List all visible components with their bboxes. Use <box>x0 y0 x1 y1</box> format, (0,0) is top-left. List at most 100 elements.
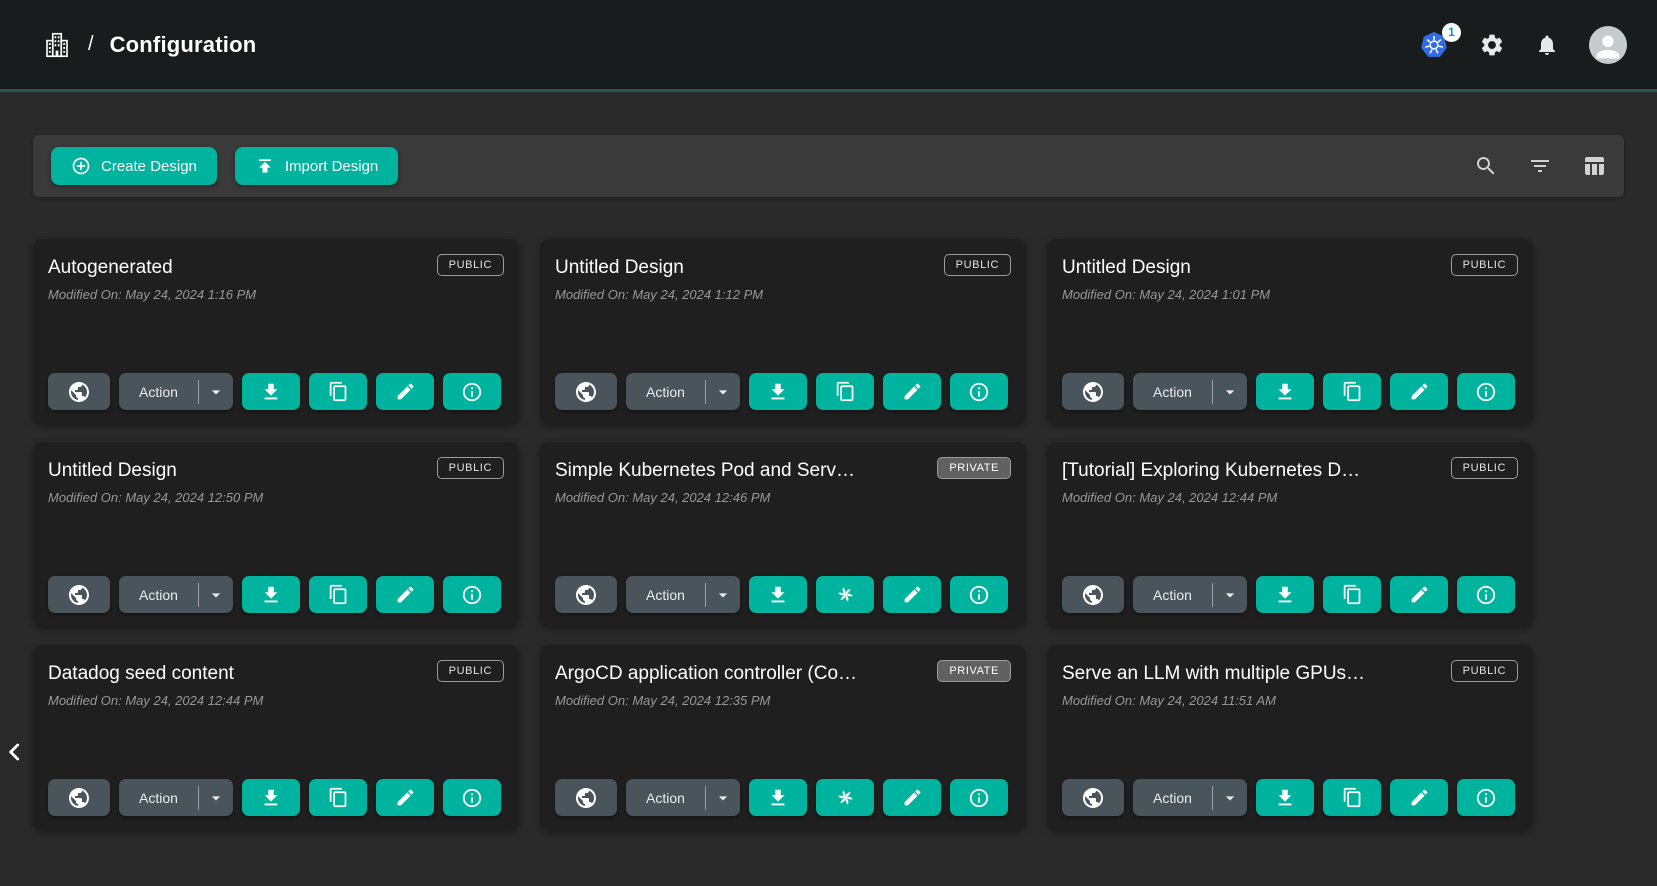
action-split-button: Action <box>119 779 233 816</box>
clone-button[interactable] <box>1323 373 1381 410</box>
chevron-down-icon <box>713 382 733 402</box>
clone-button[interactable] <box>309 576 367 613</box>
info-button[interactable] <box>1457 779 1515 816</box>
action-button[interactable]: Action <box>626 384 705 400</box>
edit-button[interactable] <box>1390 576 1448 613</box>
visibility-globe-button[interactable] <box>48 576 110 613</box>
action-dropdown-toggle[interactable] <box>199 576 233 613</box>
download-button[interactable] <box>242 576 300 613</box>
create-design-label: Create Design <box>101 158 197 175</box>
visibility-globe-button[interactable] <box>48 373 110 410</box>
info-button[interactable] <box>1457 576 1515 613</box>
info-button[interactable] <box>443 576 501 613</box>
notifications-button[interactable] <box>1535 33 1559 57</box>
table-view-button[interactable] <box>1582 154 1606 178</box>
visibility-globe-button[interactable] <box>48 779 110 816</box>
info-icon <box>968 381 990 403</box>
design-title: [Tutorial] Exploring Kubernetes D… <box>1062 457 1360 482</box>
action-split-button: Action <box>626 576 740 613</box>
import-design-button[interactable]: Import Design <box>235 147 398 185</box>
download-button[interactable] <box>242 373 300 410</box>
download-button[interactable] <box>242 779 300 816</box>
action-dropdown-toggle[interactable] <box>199 373 233 410</box>
clone-button[interactable] <box>1323 779 1381 816</box>
download-icon <box>260 584 282 606</box>
action-button[interactable]: Action <box>119 587 198 603</box>
card-actions: Action <box>555 779 1011 816</box>
download-button[interactable] <box>1256 779 1314 816</box>
clone-in-progress-button[interactable] <box>816 576 874 613</box>
edit-button[interactable] <box>883 779 941 816</box>
card-actions: Action <box>48 779 504 816</box>
user-avatar[interactable] <box>1589 26 1627 64</box>
chevron-down-icon <box>206 585 226 605</box>
design-card: ArgoCD application controller (Co… PRIVA… <box>540 645 1026 830</box>
action-button[interactable]: Action <box>1133 384 1212 400</box>
edit-button[interactable] <box>376 576 434 613</box>
visibility-globe-button[interactable] <box>1062 576 1124 613</box>
clone-button[interactable] <box>309 779 367 816</box>
download-button[interactable] <box>1256 576 1314 613</box>
action-button[interactable]: Action <box>626 790 705 806</box>
visibility-globe-button[interactable] <box>555 779 617 816</box>
breadcrumb: / Configuration <box>42 30 256 60</box>
visibility-globe-button[interactable] <box>555 576 617 613</box>
visibility-globe-button[interactable] <box>1062 373 1124 410</box>
edit-button[interactable] <box>376 373 434 410</box>
design-card: Autogenerated PUBLIC Modified On: May 24… <box>33 239 519 424</box>
design-title: Serve an LLM with multiple GPUs… <box>1062 660 1365 685</box>
design-title: Untitled Design <box>1062 254 1191 279</box>
action-split-button: Action <box>626 779 740 816</box>
action-dropdown-toggle[interactable] <box>706 373 740 410</box>
settings-button[interactable] <box>1479 32 1505 58</box>
breadcrumb-separator: / <box>88 33 94 56</box>
action-button[interactable]: Action <box>119 790 198 806</box>
kubernetes-context-chip[interactable]: 1 <box>1419 30 1449 60</box>
download-button[interactable] <box>1256 373 1314 410</box>
info-button[interactable] <box>950 779 1008 816</box>
download-button[interactable] <box>749 779 807 816</box>
info-button[interactable] <box>950 373 1008 410</box>
edit-button[interactable] <box>883 373 941 410</box>
action-button[interactable]: Action <box>1133 587 1212 603</box>
info-icon <box>968 584 990 606</box>
clone-in-progress-button[interactable] <box>816 779 874 816</box>
clone-button[interactable] <box>309 373 367 410</box>
design-card: Datadog seed content PUBLIC Modified On:… <box>33 645 519 830</box>
action-dropdown-toggle[interactable] <box>706 576 740 613</box>
action-dropdown-toggle[interactable] <box>706 779 740 816</box>
info-button[interactable] <box>443 373 501 410</box>
clone-button[interactable] <box>816 373 874 410</box>
edit-button[interactable] <box>1390 779 1448 816</box>
create-design-button[interactable]: Create Design <box>51 147 217 185</box>
info-button[interactable] <box>950 576 1008 613</box>
filter-button[interactable] <box>1528 154 1552 178</box>
action-button[interactable]: Action <box>1133 790 1212 806</box>
search-button[interactable] <box>1474 154 1498 178</box>
chevron-down-icon <box>1220 382 1240 402</box>
edit-button[interactable] <box>1390 373 1448 410</box>
clone-button[interactable] <box>1323 576 1381 613</box>
action-button[interactable]: Action <box>626 587 705 603</box>
visibility-globe-button[interactable] <box>1062 779 1124 816</box>
action-dropdown-toggle[interactable] <box>199 779 233 816</box>
edit-icon <box>1409 381 1430 402</box>
collapse-sidebar-button[interactable] <box>0 735 30 769</box>
organization-icon[interactable] <box>42 30 72 60</box>
info-icon <box>461 787 483 809</box>
edit-button[interactable] <box>376 779 434 816</box>
visibility-globe-button[interactable] <box>555 373 617 410</box>
edit-button[interactable] <box>883 576 941 613</box>
action-dropdown-toggle[interactable] <box>1213 373 1247 410</box>
card-header: Simple Kubernetes Pod and Serv… PRIVATE <box>555 457 1011 482</box>
action-dropdown-toggle[interactable] <box>1213 576 1247 613</box>
action-dropdown-toggle[interactable] <box>1213 779 1247 816</box>
info-button[interactable] <box>1457 373 1515 410</box>
download-icon <box>1274 787 1296 809</box>
action-button[interactable]: Action <box>119 384 198 400</box>
copy-icon <box>1342 787 1363 808</box>
info-button[interactable] <box>443 779 501 816</box>
download-button[interactable] <box>749 576 807 613</box>
download-button[interactable] <box>749 373 807 410</box>
download-icon <box>767 381 789 403</box>
